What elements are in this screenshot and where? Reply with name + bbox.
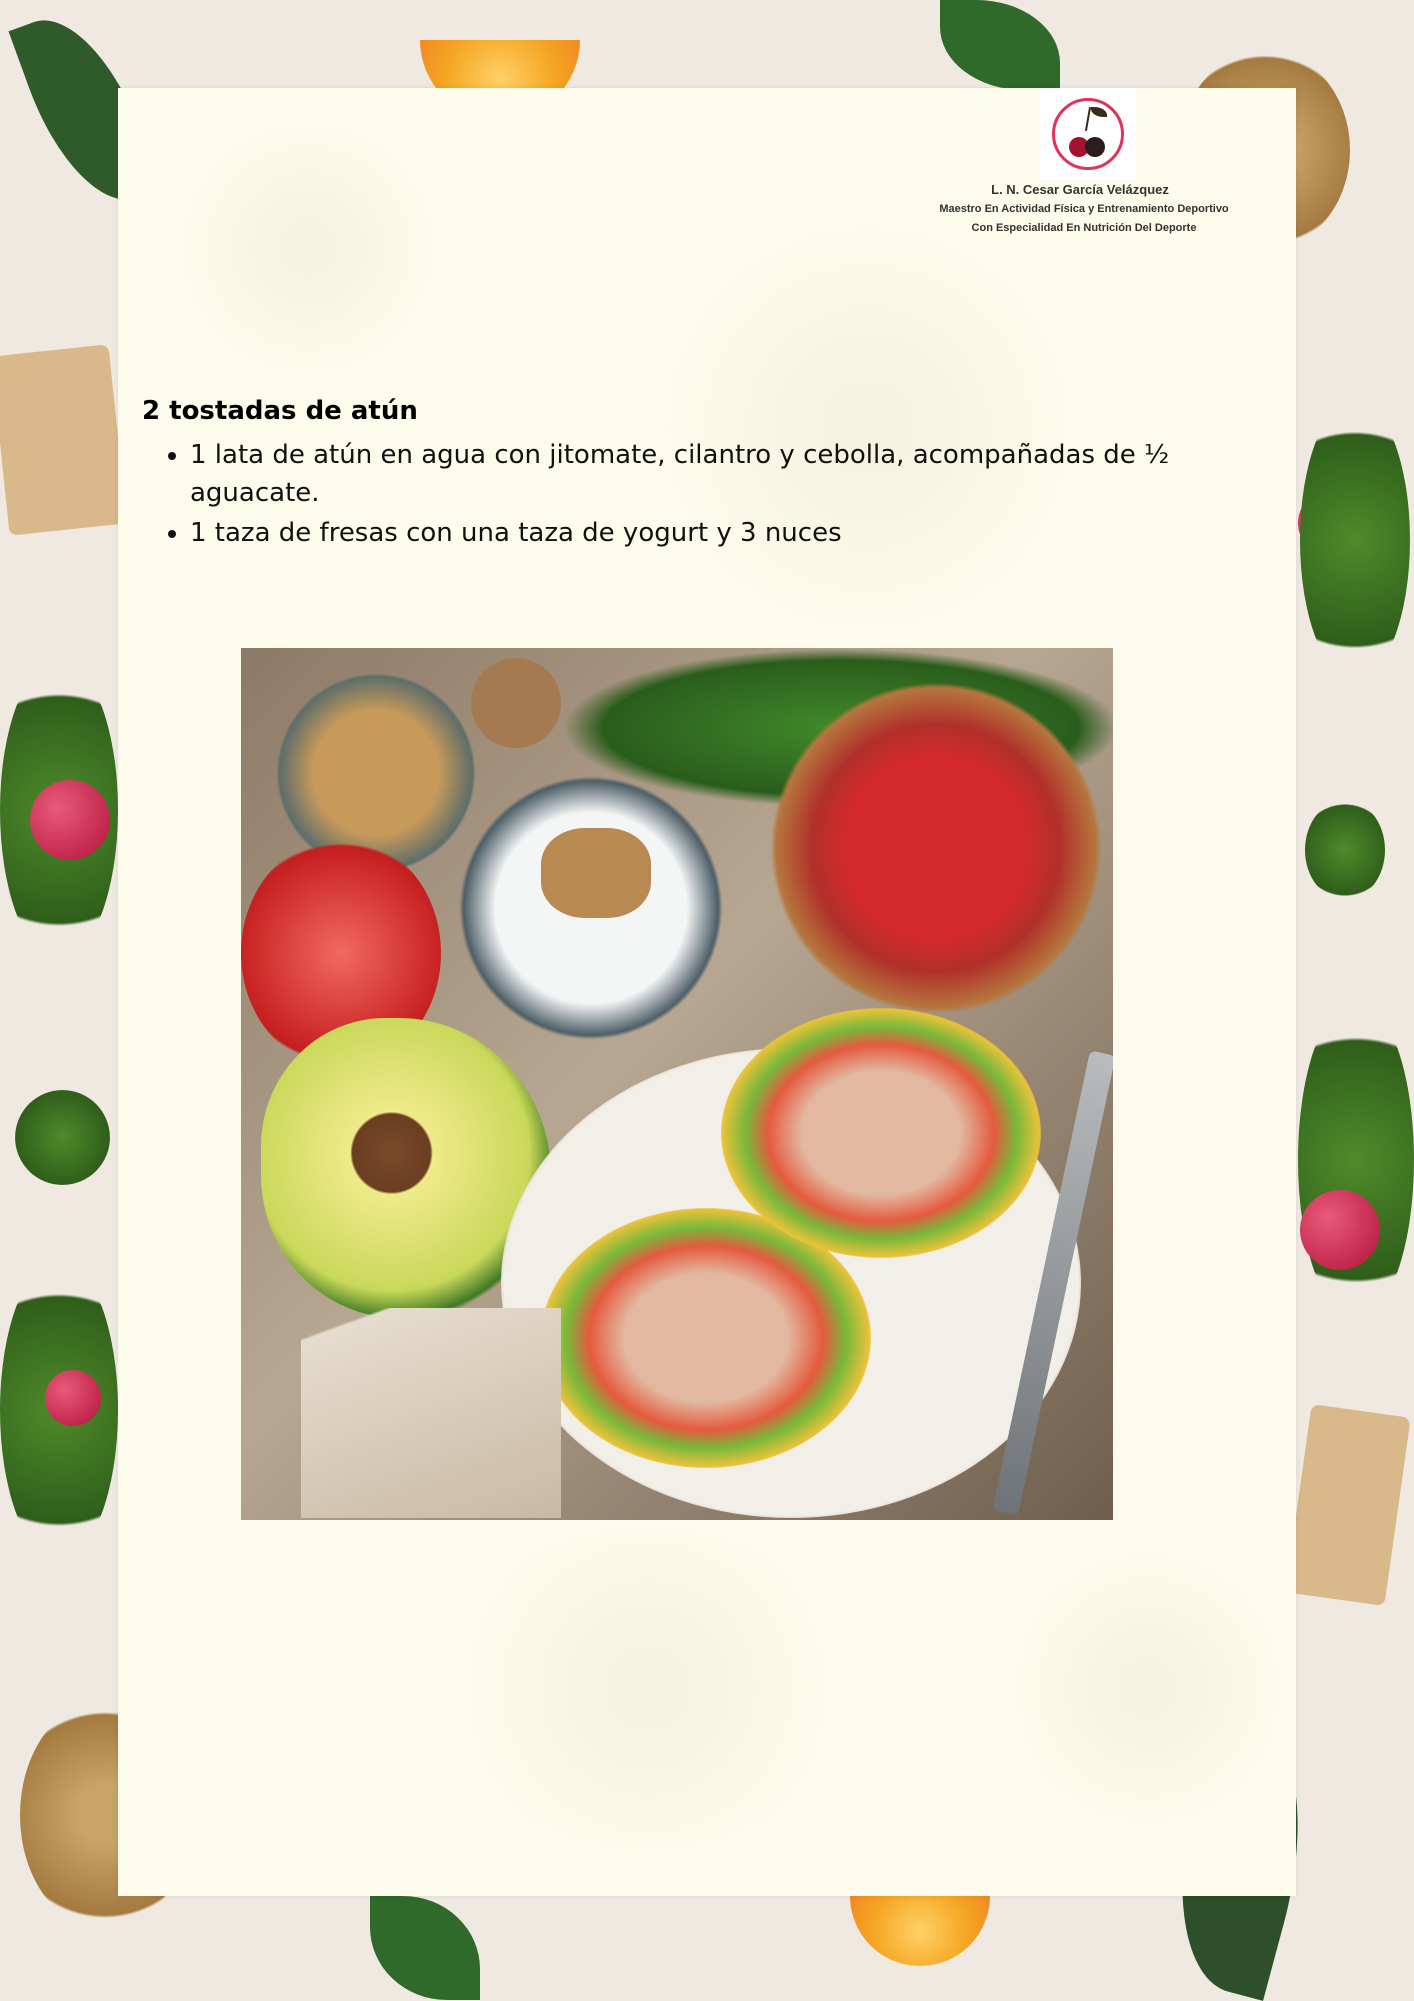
- author-name: L. N. Cesar García Velázquez: [991, 182, 1169, 197]
- spinach-leaf-decoration: [370, 1896, 480, 2000]
- author-specialty: Con Especialidad En Nutrición Del Deport…: [971, 222, 1197, 234]
- food-photo: [241, 648, 1113, 1520]
- cherry-logo-icon: [1040, 88, 1136, 180]
- fruit-salad-decoration: [1298, 1000, 1414, 1320]
- parsley-decoration: [15, 1090, 110, 1185]
- spinach-leaf-decoration: [940, 0, 1060, 90]
- ingredient-list: 1 lata de atún en agua con jitomate, cil…: [142, 436, 1230, 554]
- herb-decoration: [1300, 400, 1410, 680]
- list-item: 1 lata de atún en agua con jitomate, cil…: [190, 436, 1230, 512]
- raspberry-decoration: [1300, 1190, 1380, 1270]
- background-watermark: [178, 118, 438, 378]
- walnut: [471, 658, 561, 748]
- napkin: [301, 1308, 561, 1518]
- tuna-tostada: [721, 1008, 1041, 1258]
- list-item: 1 taza de fresas con una taza de yogurt …: [190, 514, 1230, 552]
- background-watermark: [1018, 1538, 1278, 1838]
- strawberry-bowl: [761, 658, 1111, 1038]
- raspberry-decoration: [30, 780, 110, 860]
- background-watermark: [438, 1528, 858, 1848]
- parsley-decoration: [1305, 800, 1385, 900]
- raspberry-decoration: [45, 1370, 101, 1426]
- bread-slice-decoration: [0, 344, 128, 536]
- bread-slice-decoration: [1285, 1403, 1411, 1607]
- recipe-title: 2 tostadas de atún: [142, 396, 418, 426]
- author-credential: Maestro En Actividad Física y Entrenamie…: [939, 203, 1229, 215]
- background-watermark: [658, 218, 1078, 638]
- orange-slice-decoration: [850, 1896, 990, 1966]
- walnut-topping: [541, 828, 651, 918]
